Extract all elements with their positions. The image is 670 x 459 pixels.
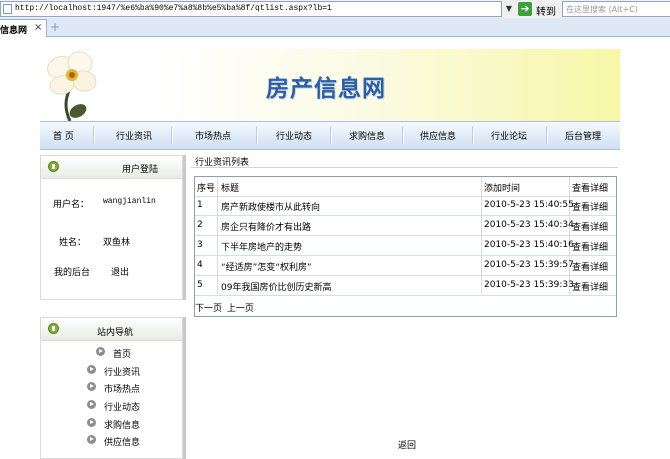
address-text: http://localhost:1947/%e6%ba%90%e7%a8%8b… [15,4,332,13]
column-header: 标题 [221,184,240,194]
next-page-link[interactable]: 下一页 [195,304,222,314]
view-detail-link[interactable]: 查看详细 [572,260,608,273]
back-link[interactable]: 返回 [398,438,416,451]
site-nav-industry-news[interactable]: 行业资讯 [104,365,140,378]
nav-purchase-info[interactable]: 求购信息 [349,129,385,142]
nav-separator [472,126,474,144]
login-box: 用户登陆 用户名： wangjianlin 姓名： 双鱼林 我的后台 退出 [40,155,183,300]
row-time: 2010-5-23 15:40:34 [484,220,574,230]
address-input[interactable]: http://localhost:1947/%e6%ba%90%e7%a8%8b… [0,1,502,17]
site-nav-box: 站内导航 首页 行业资讯 市场热点 行业动态 求购信息 供应信息 [40,317,183,459]
new-tab-icon[interactable]: + [50,21,62,33]
tab-bar [0,18,670,37]
site-nav-supply-info[interactable]: 供应信息 [104,435,140,448]
username-value: wangjianlin [103,197,156,206]
username-label: 用户名： [53,200,90,210]
my-backend-link[interactable]: 我的后台 [54,265,90,278]
column-header: 查看详细 [572,184,609,194]
box-header-icon [48,323,59,334]
site-nav-home[interactable]: 首页 [113,347,131,360]
flower-logo-icon [46,51,97,121]
nav-home[interactable]: 首 页 [53,129,74,142]
row-number: 5 [197,280,203,290]
go-arrow-icon: ➔ [518,2,532,16]
nav-industry-forum[interactable]: 行业论坛 [491,129,527,142]
row-number: 2 [197,220,203,230]
arrow-bullet-icon [87,400,96,409]
arrow-bullet-icon [87,418,96,427]
nav-industry-news[interactable]: 行业资讯 [116,129,152,142]
row-time: 2010-5-23 15:40:16 [484,240,574,250]
page-icon [3,4,12,14]
close-tab-icon[interactable]: × [34,22,42,33]
search-placeholder: 在这里搜索 (Alt+C) [566,5,638,14]
main-nav: 首 页 行业资讯 市场热点 行业动态 求购信息 供应信息 行业论坛 后台管理 [40,121,620,150]
arrow-bullet-icon [87,435,96,444]
nav-industry-trends[interactable]: 行业动态 [276,129,312,142]
nav-separator [330,126,332,144]
nav-separator [546,126,548,144]
table-row: 2 房企只有降价才有出路 2010-5-23 15:40:34 查看详细 [195,216,616,236]
view-detail-link[interactable]: 查看详细 [572,220,608,233]
table-header-row: 序号 标题 添加时间 查看详细 [195,177,616,197]
address-dropdown-icon[interactable]: ▼ [502,1,516,17]
go-label: 转到 [536,7,556,18]
site-nav-industry-trends[interactable]: 行业动态 [104,400,140,413]
prev-page-link[interactable]: 上一页 [227,304,254,314]
row-number: 4 [197,260,203,270]
table-row: 1 房产新政使楼市从此转向 2010-5-23 15:40:55 查看详细 [195,196,616,216]
row-title-link[interactable]: 09年我国房价比创历史新高 [221,280,331,293]
row-time: 2010-5-23 15:39:33 [484,280,574,290]
column-header: 序号 [197,184,216,194]
box-header-icon [48,161,59,172]
view-detail-link[interactable]: 查看详细 [572,200,608,213]
news-table: 序号 标题 添加时间 查看详细 1 房产新政使楼市从此转向 2010-5-23 … [194,176,617,317]
search-input[interactable]: 在这里搜索 (Alt+C) [562,1,670,17]
name-label: 姓名： [59,238,87,248]
table-row: 3 下半年房地产的走势 2010-5-23 15:40:16 查看详细 [195,236,616,256]
row-title-link[interactable]: 下半年房地产的走势 [221,240,302,253]
site-nav-purchase-info[interactable]: 求购信息 [104,418,140,431]
view-detail-link[interactable]: 查看详细 [572,280,608,293]
nav-admin[interactable]: 后台管理 [565,129,601,142]
login-box-header: 用户登陆 [41,156,182,179]
divider [191,167,618,168]
nav-supply-info[interactable]: 供应信息 [420,129,456,142]
row-time: 2010-5-23 15:40:55 [484,200,574,210]
arrow-bullet-icon [96,347,105,356]
site-nav-box-header: 站内导航 [41,318,182,341]
row-title-link[interactable]: 房企只有降价才有出路 [221,220,311,233]
table-row: 5 09年我国房价比创历史新高 2010-5-23 15:39:33 查看详细 [195,276,616,296]
tab-title: 信息网 [0,26,28,36]
arrow-bullet-icon [87,382,96,391]
nav-market-hotspots[interactable]: 市场热点 [195,129,231,142]
arrow-bullet-icon [87,365,96,374]
site-title: 房产信息网 [266,76,386,102]
column-header: 添加时间 [484,184,521,194]
nav-separator [93,126,95,144]
row-title-link[interactable]: “经适房”怎变“权利房” [221,260,312,273]
nav-separator [402,126,404,144]
row-number: 1 [197,200,203,210]
site-nav-box-title: 站内导航 [97,328,134,338]
go-button[interactable]: ➔ 转到 [518,1,558,18]
name-value: 双鱼林 [103,238,131,248]
nav-separator [256,126,258,144]
row-title-link[interactable]: 房产新政使楼市从此转向 [221,200,320,213]
logout-link[interactable]: 退出 [111,265,129,278]
table-row: 4 “经适房”怎变“权利房” 2010-5-23 15:39:57 查看详细 [195,256,616,276]
row-time: 2010-5-23 15:39:57 [484,260,574,270]
site-nav-market-hotspots[interactable]: 市场热点 [104,382,140,395]
nav-separator [171,126,173,144]
pager: 下一页 上一页 [195,301,256,314]
browser-tab[interactable]: 信息网 × [0,19,47,37]
login-box-title: 用户登陆 [122,165,159,175]
row-number: 3 [197,240,203,250]
view-detail-link[interactable]: 查看详细 [572,240,608,253]
